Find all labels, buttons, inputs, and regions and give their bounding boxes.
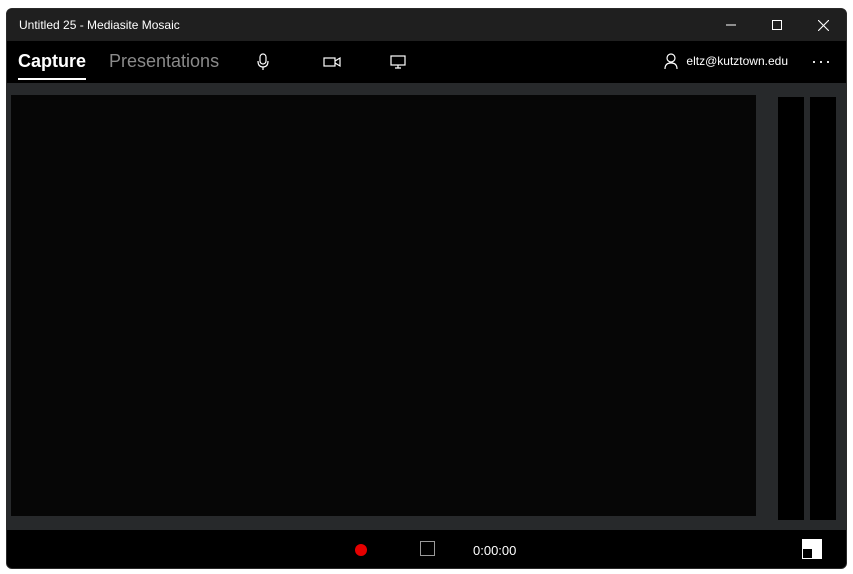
tab-capture-label: Capture	[18, 51, 87, 71]
capture-area	[7, 83, 846, 530]
more-button[interactable]: ···	[811, 51, 832, 72]
camera-icon	[323, 56, 341, 68]
more-icon: ···	[811, 51, 832, 71]
recording-timer: 0:00:00	[473, 543, 517, 558]
audio-level-meter-left	[778, 97, 804, 520]
minimize-icon	[726, 24, 736, 26]
window-title: Untitled 25 - Mediasite Mosaic	[19, 18, 180, 32]
tab-capture[interactable]: Capture	[18, 51, 87, 80]
close-button[interactable]	[800, 9, 846, 41]
active-tab-indicator	[18, 78, 87, 80]
microphone-button[interactable]	[252, 51, 274, 73]
user-icon	[664, 53, 679, 69]
tab-presentations-label: Presentations	[109, 51, 220, 71]
audio-level-meter-right	[810, 97, 836, 520]
screen-icon	[390, 55, 406, 69]
close-icon	[817, 19, 829, 31]
app-window: Untitled 25 - Mediasite Mosaic Capture P…	[6, 8, 847, 569]
maximize-icon	[772, 20, 782, 30]
layout-toggle-button[interactable]	[802, 539, 822, 559]
stop-button[interactable]	[420, 541, 435, 556]
user-account[interactable]: eltz@kutztown.edu	[664, 53, 788, 69]
user-email: eltz@kutztown.edu	[686, 54, 788, 68]
nav-bar: Capture Presentations eltz@kutztown.edu …	[7, 41, 846, 83]
screen-button[interactable]	[387, 51, 409, 73]
video-preview	[11, 95, 756, 516]
microphone-icon	[257, 53, 269, 70]
record-button[interactable]	[355, 544, 367, 556]
camera-button[interactable]	[321, 51, 343, 73]
layout-icon	[802, 539, 822, 559]
tab-presentations[interactable]: Presentations	[109, 51, 219, 72]
title-bar: Untitled 25 - Mediasite Mosaic	[7, 9, 846, 41]
minimize-button[interactable]	[708, 9, 754, 41]
recording-controls: 0:00:00	[7, 530, 846, 568]
maximize-button[interactable]	[754, 9, 800, 41]
